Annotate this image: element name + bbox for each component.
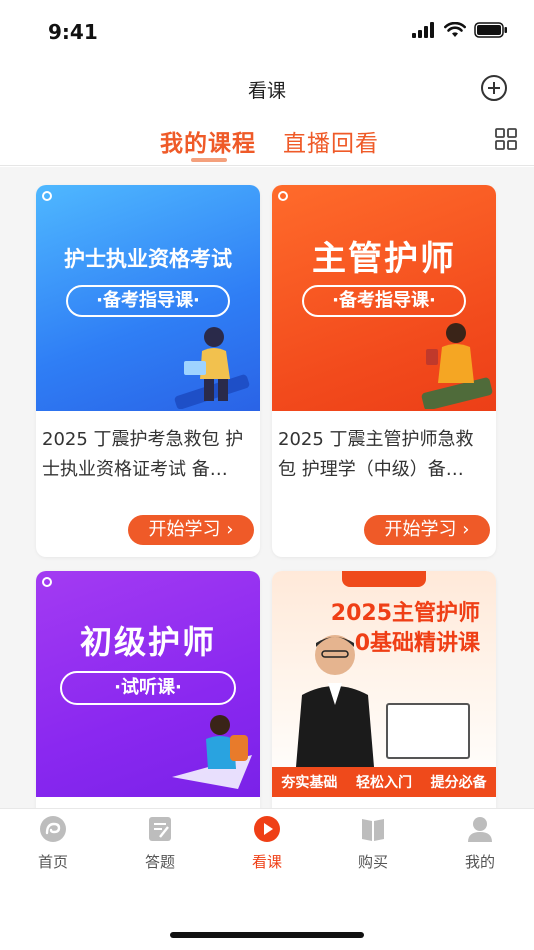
- course-tabs: 我的课程 直播回看: [0, 124, 534, 166]
- page-title: 看课: [247, 80, 286, 102]
- active-tab-indicator: [191, 158, 227, 162]
- feature-item: 轻松入门: [355, 775, 412, 791]
- grid-view-icon[interactable]: [495, 128, 517, 150]
- brand-logo: [342, 571, 426, 587]
- student-illustration: [174, 327, 250, 409]
- add-button[interactable]: [480, 74, 508, 102]
- feature-item: 提分必备: [430, 775, 487, 791]
- course-description: 2025 丁震护考急救包 护士执业资格证考试 备…: [42, 429, 244, 480]
- tabbar-item-buy[interactable]: 购买: [338, 815, 408, 872]
- student-illustration: [172, 715, 252, 789]
- wifi-icon: [444, 22, 466, 37]
- course-grid: 护士执业资格考试 ·备考指导课· 2025 丁震护考急救包 护士执业资格证考试 …: [0, 167, 534, 808]
- cover-title: 主管护师: [312, 239, 456, 279]
- course-cover: 护士执业资格考试 ·备考指导课·: [36, 185, 260, 411]
- tabbar-label: 看课: [251, 853, 282, 871]
- start-study-button[interactable]: 开始学习 ›: [128, 515, 254, 545]
- cover-title: 护士执业资格考试: [64, 247, 232, 271]
- tabbar-label: 购买: [357, 853, 388, 871]
- play-icon: [254, 816, 280, 842]
- course-cover: 2025主管护师 0基础精讲课 夯实基础 轻松入门 提分必备: [272, 571, 496, 797]
- tabbar-item-home[interactable]: 首页: [18, 815, 88, 872]
- cover-pill: ·试听课·: [60, 671, 236, 705]
- brand-logo: [42, 577, 52, 587]
- cover-pill: ·备考指导课·: [302, 285, 466, 317]
- status-bar: 9:41: [0, 0, 534, 66]
- brand-logo: [278, 191, 288, 201]
- tabbar-item-answer[interactable]: 答题: [125, 815, 195, 872]
- cover-title: 初级护师: [79, 623, 216, 661]
- tabbar-label: 首页: [37, 853, 68, 871]
- course-card[interactable]: 2025主管护师 0基础精讲课 夯实基础 轻松入门 提分必备: [272, 571, 496, 808]
- tabbar-item-profile[interactable]: 我的: [445, 815, 515, 872]
- feature-strip: 夯实基础 轻松入门 提分必备: [272, 767, 496, 797]
- tabbar-item-watch[interactable]: 看课: [232, 815, 302, 872]
- laptop-illustration: [386, 703, 470, 759]
- course-description: 2025 丁震主管护师急救包 护理学（中级）备…: [278, 429, 474, 480]
- battery-icon: [474, 22, 507, 38]
- bottom-tab-bar: 首页 答题 看课 购买 我的: [0, 808, 534, 950]
- profile-icon: [468, 817, 492, 842]
- home-indicator: [170, 932, 364, 938]
- tab-live-replay[interactable]: 直播回看: [283, 124, 379, 158]
- brand-logo: [42, 191, 52, 201]
- cover-title-line1: 2025主管护师: [330, 601, 480, 626]
- course-card[interactable]: 主管护师 ·备考指导课· 2025 丁震主管护师急救包 护理学（中级）备… 开始…: [272, 185, 496, 557]
- tabbar-label: 答题: [144, 853, 175, 871]
- course-card[interactable]: 初级护师 ·试听课·: [36, 571, 260, 808]
- course-cover: 初级护师 ·试听课·: [36, 571, 260, 797]
- teacher-photo: [296, 635, 374, 767]
- start-study-button[interactable]: 开始学习 ›: [364, 515, 490, 545]
- tab-my-courses[interactable]: 我的课程: [160, 124, 256, 158]
- course-cover: 主管护师 ·备考指导课·: [272, 185, 496, 411]
- status-time: 9:41: [48, 20, 98, 44]
- answer-icon: [149, 817, 171, 841]
- signal-icon: [412, 22, 434, 38]
- feature-item: 夯实基础: [281, 775, 338, 791]
- student-illustration: [421, 323, 493, 409]
- home-icon: [40, 816, 66, 842]
- book-icon: [362, 819, 384, 841]
- status-icons: [412, 22, 508, 38]
- tabbar-label: 我的: [464, 853, 495, 871]
- course-card[interactable]: 护士执业资格考试 ·备考指导课· 2025 丁震护考急救包 护士执业资格证考试 …: [36, 185, 260, 557]
- cover-pill: ·备考指导课·: [66, 285, 230, 317]
